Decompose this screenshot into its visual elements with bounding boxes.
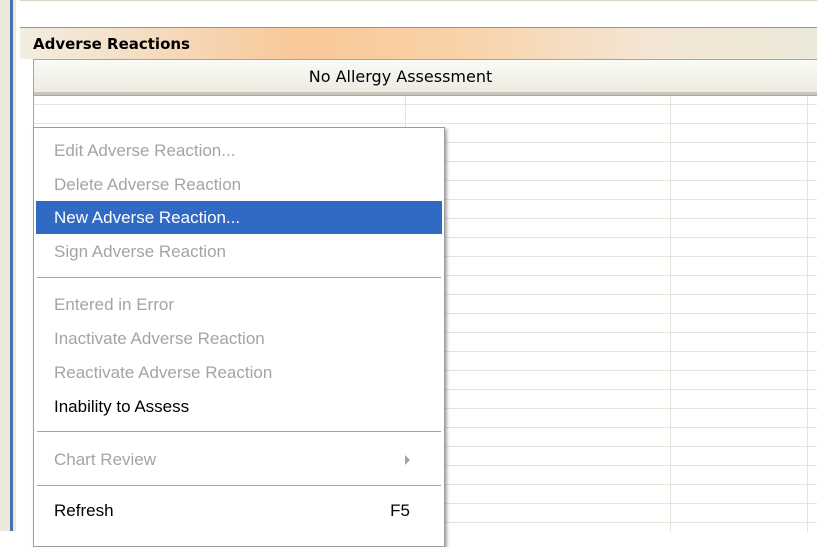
column-header-no-allergy-assessment[interactable]: No Allergy Assessment: [33, 59, 817, 96]
menu-separator: [37, 277, 441, 278]
menu-item-label: Edit Adverse Reaction...: [54, 141, 236, 160]
panel-title: Adverse Reactions: [20, 27, 817, 59]
menu-item-reactivate-adverse-reaction[interactable]: Reactivate Adverse Reaction: [36, 356, 442, 389]
menu-item-inactivate-adverse-reaction[interactable]: Inactivate Adverse Reaction: [36, 322, 442, 355]
menu-item-refresh[interactable]: Refresh F5: [36, 494, 442, 527]
submenu-arrow-icon: [405, 455, 410, 465]
menu-item-label: Delete Adverse Reaction: [54, 175, 242, 194]
menu-item-label: Inactivate Adverse Reaction: [54, 329, 265, 348]
context-menu: Edit Adverse Reaction... Delete Adverse …: [33, 127, 445, 547]
menu-item-delete-adverse-reaction[interactable]: Delete Adverse Reaction: [36, 168, 442, 201]
grid-column-divider: [807, 96, 808, 532]
menu-item-chart-review[interactable]: Chart Review: [36, 443, 442, 476]
menu-item-label: Entered in Error: [54, 295, 174, 314]
menu-item-entered-in-error[interactable]: Entered in Error: [36, 288, 442, 321]
menu-item-new-adverse-reaction[interactable]: New Adverse Reaction...: [36, 201, 442, 234]
menu-item-label: Inability to Assess: [54, 397, 190, 416]
window-left-border: [0, 0, 16, 531]
menu-item-label: Reactivate Adverse Reaction: [54, 363, 273, 382]
menu-separator: [37, 431, 441, 432]
menu-separator: [37, 485, 441, 486]
menu-item-inability-to-assess[interactable]: Inability to Assess: [36, 390, 442, 423]
grid-column-divider: [670, 96, 671, 532]
menu-item-label: Refresh: [54, 501, 114, 520]
menu-item-sign-adverse-reaction[interactable]: Sign Adverse Reaction: [36, 235, 442, 268]
menu-item-edit-adverse-reaction[interactable]: Edit Adverse Reaction...: [36, 134, 442, 167]
menu-item-label: New Adverse Reaction...: [54, 208, 241, 227]
menu-item-label: Sign Adverse Reaction: [54, 242, 226, 261]
menu-item-label: Chart Review: [54, 450, 157, 469]
shortcut-label: F5: [390, 501, 410, 520]
